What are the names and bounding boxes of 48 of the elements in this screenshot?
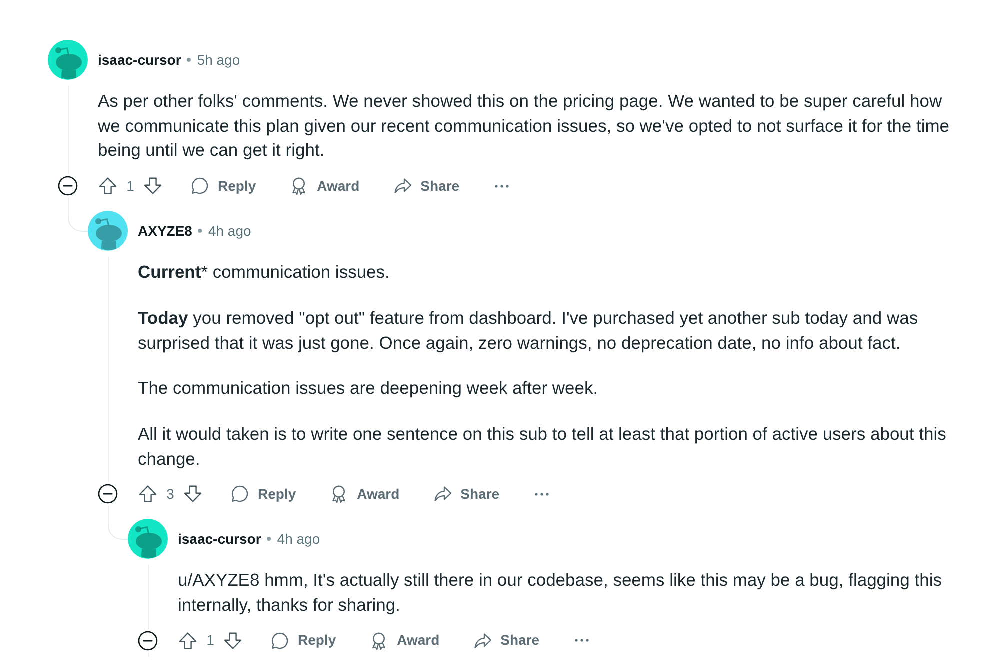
comment-text: The communication issues are deepening week after week.: [138, 377, 600, 400]
reply-button[interactable]: Reply: [218, 478, 308, 510]
minus-circle-icon: [98, 484, 118, 504]
vote-count: 1: [126, 176, 136, 196]
vote-count: 1: [206, 631, 216, 650]
bullet-icon: [198, 229, 202, 234]
award-button[interactable]: Award: [317, 478, 412, 510]
ellipsis-icon: [574, 639, 589, 642]
ellipsis-icon: [534, 492, 549, 496]
timestamp: 4h ago: [277, 530, 320, 549]
arrow-down-icon: [143, 176, 163, 196]
reply-button[interactable]: Reply: [258, 624, 348, 657]
timestamp: 4h ago: [208, 222, 252, 241]
bullet-icon: [187, 58, 192, 62]
username[interactable]: isaac-cursor: [178, 528, 262, 550]
share-icon: [432, 484, 453, 504]
username[interactable]: AXYZE8: [138, 220, 192, 242]
share-button[interactable]: Share: [460, 624, 552, 657]
ellipsis-icon: [494, 184, 509, 188]
comment-text: Today you removed "opt out" feature from dashboard. I've purchased yet another sub today and was surprised that it was just gone. Once again, zero warnings, no deprecation date, no info about fact.: [138, 306, 920, 355]
comment-text: u/AXYZE8 hmm, It's actually still there in our codebase, seems like this may be a bug, flagging this internally, thanks for sharing.: [178, 569, 943, 618]
avatar-icon: [128, 519, 168, 560]
speech-bubble-icon: [190, 176, 210, 196]
arrow-down-icon: [183, 484, 203, 504]
comment-text: All it would taken is to write one sentence on this sub to tell at least that portion of active users about this change.: [138, 422, 948, 471]
timestamp: 5h ago: [197, 50, 240, 70]
comment-text: Current* communication issues.: [138, 261, 391, 284]
share-icon: [392, 176, 413, 196]
speech-bubble-icon: [230, 484, 250, 504]
share-button[interactable]: Share: [420, 478, 512, 510]
username[interactable]: isaac-cursor: [98, 50, 182, 70]
share-icon: [472, 630, 493, 651]
speech-bubble-icon: [270, 630, 290, 651]
arrow-up-icon: [98, 176, 118, 196]
minus-circle-icon: [58, 176, 78, 196]
bullet-icon: [267, 537, 272, 542]
reply-button[interactable]: Reply: [178, 170, 268, 202]
avatar-icon: [48, 40, 88, 80]
arrow-up-icon: [138, 484, 158, 504]
award-button[interactable]: Award: [357, 624, 452, 657]
minus-circle-icon: [138, 630, 158, 651]
vote-count: 3: [166, 484, 176, 504]
arrow-down-icon: [223, 630, 243, 651]
award-button[interactable]: Award: [277, 170, 372, 202]
avatar-icon: [88, 211, 128, 252]
comment-text: As per other folks' comments. We never showed this on the pricing page. We wanted to be super careful how we communicate this plan given our recent communication issues, so we've opted to not surface it for the time being until we can get it right.: [98, 90, 951, 162]
share-button[interactable]: Share: [380, 170, 472, 202]
arrow-up-icon: [178, 630, 198, 651]
